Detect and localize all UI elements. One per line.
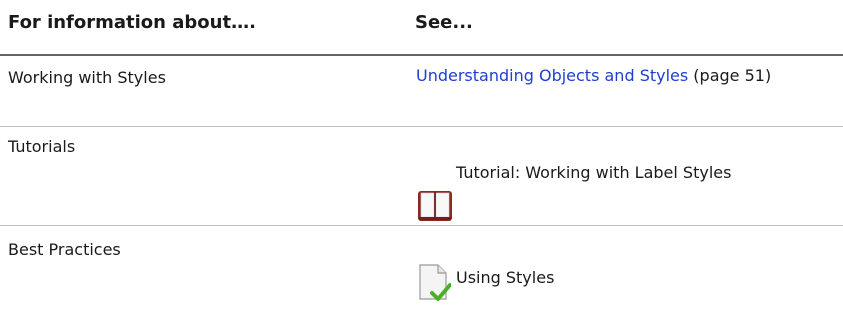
tutorial-label[interactable]: Tutorial: Working with Label Styles bbox=[456, 163, 731, 182]
topic-label: Tutorials bbox=[8, 137, 76, 156]
page-reference: (page 51) bbox=[688, 66, 772, 85]
header-topic: For information about…. bbox=[8, 12, 256, 33]
table-header: For information about…. See... bbox=[0, 0, 843, 56]
document-check-icon[interactable] bbox=[417, 263, 451, 305]
using-styles-label[interactable]: Using Styles bbox=[456, 268, 554, 287]
header-see: See... bbox=[415, 12, 473, 33]
book-icon[interactable] bbox=[417, 189, 453, 223]
topic-label: Best Practices bbox=[8, 240, 121, 259]
topic-label: Working with Styles bbox=[8, 68, 166, 87]
understanding-objects-link[interactable]: Understanding Objects and Styles bbox=[416, 66, 688, 85]
table-row: Working with Styles Understanding Object… bbox=[0, 56, 843, 127]
see-cell: Understanding Objects and Styles (page 5… bbox=[416, 62, 796, 90]
see-cell: Tutorial: Working with Label Styles bbox=[416, 159, 731, 187]
